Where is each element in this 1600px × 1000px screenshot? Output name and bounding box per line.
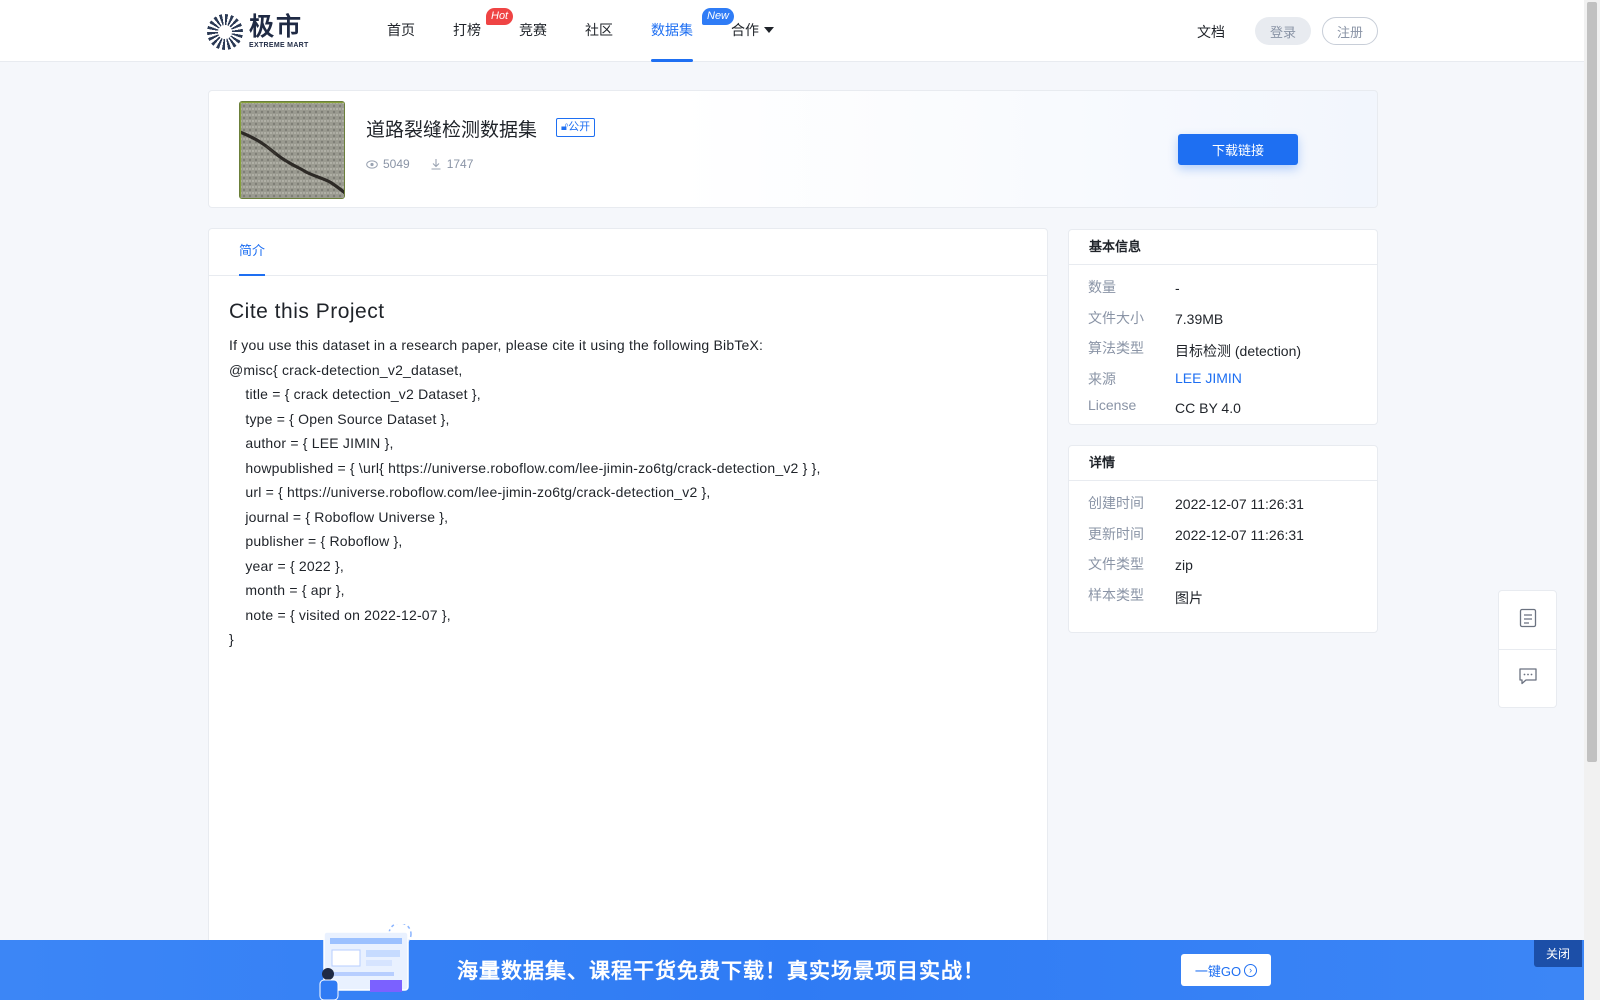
chat-icon [1518, 667, 1538, 690]
intro-content: Cite this Project If you use this datase… [209, 276, 1047, 652]
info-key: 来源 [1088, 370, 1116, 387]
info-row-license: License CC BY 4.0 [1069, 389, 1377, 420]
info-row-file-size: 文件大小 7.39MB [1069, 300, 1377, 331]
info-row-algorithm: 算法类型 目标检测 (detection) [1069, 330, 1377, 361]
info-key: License [1088, 396, 1137, 413]
main-nav: 首页 打榜 Hot 竞赛 社区 数据集 New 合作 [368, 0, 793, 62]
eye-icon [366, 159, 378, 169]
cite-heading: Cite this Project [229, 300, 385, 323]
login-button[interactable]: 登录 [1255, 17, 1311, 45]
main-content-panel: 简介 Cite this Project If you use this dat… [208, 228, 1048, 1000]
tab-intro[interactable]: 简介 [239, 229, 266, 276]
details-title: 详情 [1069, 446, 1377, 481]
scrollbar-thumb[interactable] [1587, 2, 1597, 762]
detail-value: 2022-12-07 11:26:31 [1175, 526, 1304, 543]
detail-value: 2022-12-07 11:26:31 [1175, 496, 1304, 512]
basic-info-card: 基本信息 数量 - 文件大小 7.39MB 算法类型 目标检测 (detecti… [1068, 229, 1378, 425]
nav-home-label: 首页 [387, 22, 415, 38]
detail-key: 创建时间 [1088, 495, 1144, 511]
close-promo-button[interactable]: 关闭 [1534, 940, 1582, 967]
visibility-tag: 🔓︎公开 [556, 118, 596, 137]
docs-link[interactable]: 文档 [1197, 22, 1225, 42]
detail-value: zip [1175, 557, 1193, 573]
dataset-thumbnail [239, 101, 345, 199]
view-count: 5049 [366, 157, 410, 171]
nav-community-label: 社区 [585, 22, 613, 38]
nav-leaderboard[interactable]: 打榜 Hot [434, 0, 514, 62]
dataset-stats: 5049 1747 [366, 157, 493, 171]
register-button[interactable]: 注册 [1322, 17, 1378, 45]
source-link[interactable]: LEE JIMIN [1175, 370, 1242, 386]
info-value: 目标检测 (detection) [1175, 343, 1302, 359]
nav-cooperation[interactable]: 合作 [712, 0, 793, 62]
nav-datasets-label: 数据集 [651, 22, 693, 38]
info-key: 数量 [1088, 279, 1116, 295]
detail-key: 更新时间 [1088, 525, 1144, 542]
download-icon [430, 158, 442, 170]
detail-row-file-type: 文件类型 zip [1069, 546, 1377, 577]
info-value: 7.39MB [1175, 310, 1224, 327]
details-card: 详情 创建时间 2022-12-07 11:26:31 更新时间 2022-12… [1068, 445, 1378, 633]
page-scrollbar[interactable] [1584, 0, 1600, 1000]
dataset-title: 道路裂缝检测数据集 [366, 119, 538, 141]
nav-cooperation-label: 合作 [731, 22, 759, 38]
document-icon [1519, 608, 1537, 633]
logo-name-en: EXTREME MART [249, 42, 309, 49]
info-value: - [1175, 280, 1180, 296]
info-key: 算法类型 [1088, 340, 1144, 356]
nav-competition[interactable]: 竞赛 [500, 0, 566, 62]
promo-text: 海量数据集、课程干货免费下载！真实场景项目实战！ [457, 958, 985, 983]
promo-banner: 海量数据集、课程干货免费下载！真实场景项目实战！ 一键GO › 关闭 [0, 922, 1584, 1000]
info-key: 文件大小 [1088, 309, 1144, 326]
info-value: CC BY 4.0 [1175, 399, 1241, 416]
document-tool-button[interactable] [1499, 591, 1556, 649]
logo-mark-icon [207, 14, 243, 50]
chat-tool-button[interactable] [1499, 649, 1556, 707]
caret-down-icon [764, 27, 774, 33]
detail-value: 图片 [1175, 589, 1203, 606]
download-count-value: 1747 [446, 157, 474, 171]
visibility-label: 公开 [568, 121, 591, 133]
site-logo[interactable]: 极市 EXTREME MART [207, 14, 309, 50]
logo-name-cn: 极市 [249, 13, 304, 41]
detail-row-sample-type: 样本类型 图片 [1069, 577, 1377, 608]
arrow-right-circle-icon: › [1244, 963, 1258, 977]
citation-bibtex: If you use this dataset in a research pa… [229, 337, 821, 647]
nav-community[interactable]: 社区 [566, 0, 632, 62]
download-link-button[interactable]: 下载链接 [1178, 134, 1298, 165]
nav-datasets[interactable]: 数据集 New [632, 0, 735, 62]
top-navigation-bar: 极市 EXTREME MART 首页 打榜 Hot 竞赛 社区 数据集 New … [0, 0, 1584, 62]
detail-row-updated: 更新时间 2022-12-07 11:26:31 [1069, 516, 1377, 547]
nav-leaderboard-label: 打榜 [453, 22, 481, 38]
info-row-quantity: 数量 - [1069, 269, 1377, 300]
nav-competition-label: 竞赛 [519, 22, 547, 38]
info-row-source: 来源 LEE JIMIN [1069, 361, 1377, 389]
download-count: 1747 [430, 157, 474, 171]
go-button-label: 一键GO [1194, 963, 1242, 979]
detail-key: 样本类型 [1088, 586, 1144, 603]
view-count-value: 5049 [383, 157, 410, 171]
detail-key: 文件类型 [1088, 556, 1144, 572]
dataset-header-card: 道路裂缝检测数据集 🔓︎公开 5049 1747 下载链接 [208, 90, 1378, 208]
nav-home[interactable]: 首页 [368, 0, 434, 62]
floating-toolbar [1498, 590, 1557, 708]
promo-illustration [312, 922, 416, 1000]
one-click-go-button[interactable]: 一键GO › [1181, 954, 1271, 986]
detail-row-created: 创建时间 2022-12-07 11:26:31 [1069, 485, 1377, 516]
content-tabs: 简介 [209, 229, 1047, 276]
basic-info-title: 基本信息 [1069, 230, 1377, 265]
